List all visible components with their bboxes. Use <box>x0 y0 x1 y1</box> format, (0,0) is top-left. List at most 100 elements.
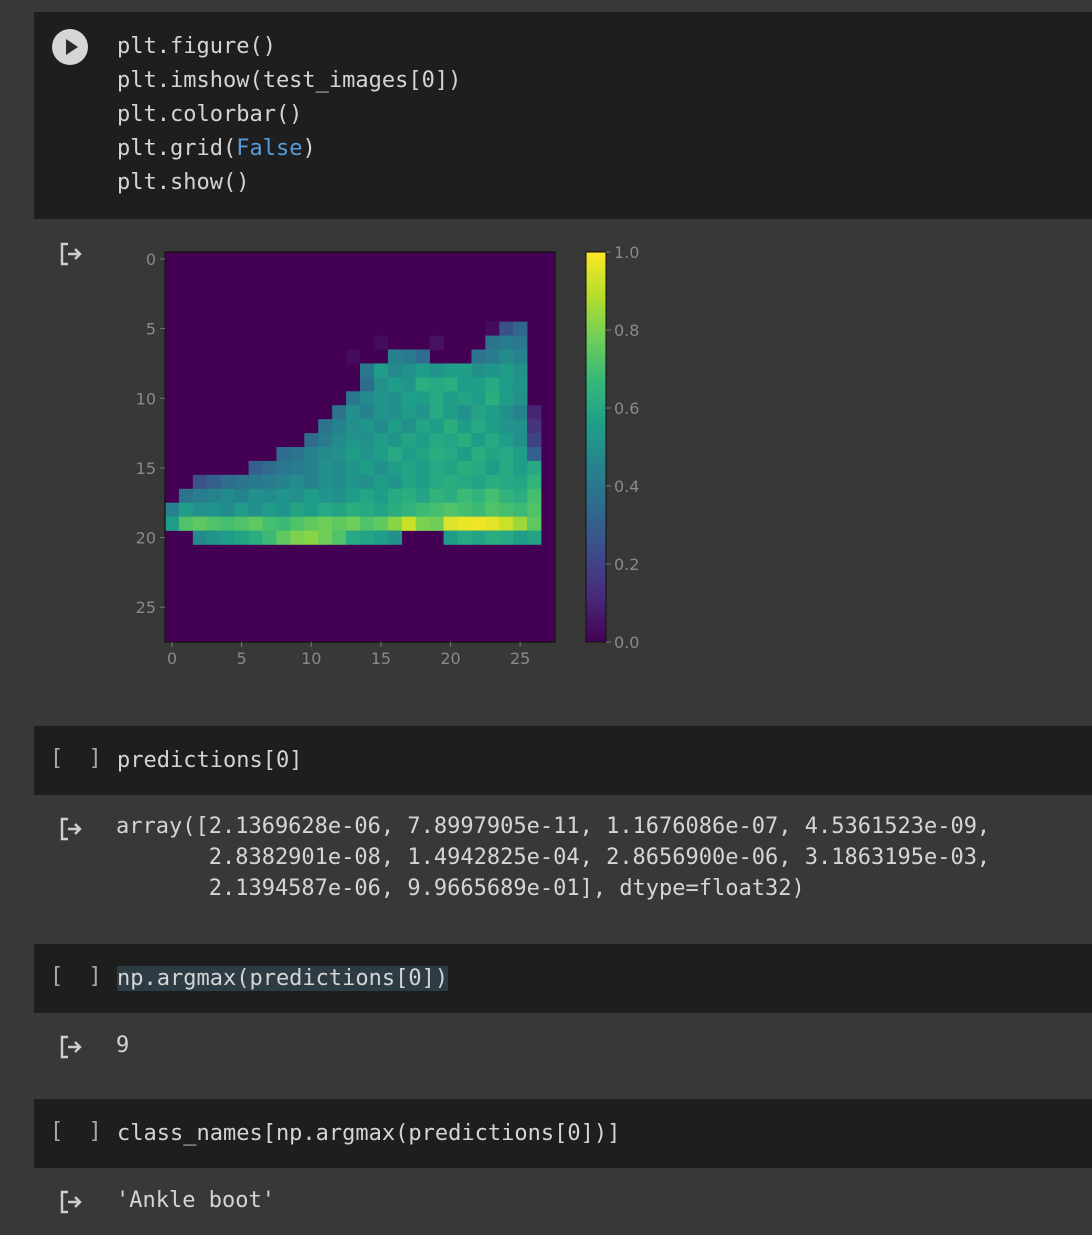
heatmap-cell <box>415 447 430 462</box>
heatmap-cell <box>513 419 528 434</box>
code-line[interactable]: predictions[0] <box>117 744 302 778</box>
heatmap-cell <box>360 488 375 504</box>
heatmap-cell <box>248 488 263 504</box>
heatmap-cell <box>318 460 333 476</box>
heatmap-cell <box>290 502 305 517</box>
heatmap-cell <box>192 502 208 517</box>
output-icon[interactable] <box>58 240 86 268</box>
heatmap-cell <box>401 488 417 504</box>
heatmap-cell <box>276 474 291 490</box>
heatmap-cell <box>415 377 430 392</box>
heatmap-cell <box>429 335 444 350</box>
output-text: 2.8382901e-08, 1.4942825e-04, 2.8656900e… <box>116 845 991 870</box>
heatmap-cell <box>387 419 403 434</box>
y-tick-label: 15 <box>136 459 156 478</box>
heatmap-cell <box>527 516 542 531</box>
heatmap-cell <box>513 363 528 378</box>
code-line[interactable]: class_names[np.argmax(predictions[0])] <box>117 1117 620 1151</box>
code-cell-plot[interactable]: plt.figure() plt.imshow(test_images[0]) … <box>34 12 1092 219</box>
heatmap-cell <box>457 405 472 420</box>
heatmap-cell <box>387 447 403 462</box>
heatmap-cell <box>429 516 444 531</box>
output-text: 9 <box>116 1033 130 1058</box>
output-text: 'Ankle boot' <box>116 1188 275 1213</box>
heatmap-cell <box>471 530 486 545</box>
y-tick-label: 20 <box>136 529 156 548</box>
code-cell-class-name[interactable]: [ ] class_names[np.argmax(predictions[0]… <box>34 1099 1092 1168</box>
output-icon[interactable] <box>58 815 86 843</box>
code-line[interactable]: plt.figure() <box>117 30 276 64</box>
code-cell-argmax[interactable]: [ ] np.argmax(predictions[0]) <box>34 944 1092 1013</box>
cell-bracket[interactable]: [ ] <box>50 746 108 771</box>
code-line[interactable]: plt.imshow(test_images[0]) <box>117 64 461 98</box>
heatmap-cell <box>276 488 291 504</box>
heatmap-cell <box>485 474 500 490</box>
code-line[interactable]: plt.show() <box>117 166 249 200</box>
heatmap-cell <box>457 502 472 517</box>
heatmap-cell <box>220 474 235 490</box>
colorbar <box>585 251 607 643</box>
heatmap-cell <box>346 391 361 406</box>
x-tick-label: 5 <box>237 649 247 668</box>
heatmap-cell <box>429 419 444 434</box>
heatmap-cell <box>513 488 528 504</box>
heatmap-cell <box>360 433 375 448</box>
heatmap-cell <box>318 530 333 545</box>
heatmap-cell <box>471 447 486 462</box>
heatmap-cell <box>360 474 375 490</box>
heatmap-cell <box>304 488 319 504</box>
heatmap-cell <box>178 516 194 531</box>
heatmap-cell <box>499 419 514 434</box>
heatmap-cell <box>513 349 528 364</box>
heatmap-cell <box>457 530 472 545</box>
heatmap-cell <box>387 349 403 364</box>
heatmap-cell <box>415 516 430 531</box>
code-line[interactable]: np.argmax(predictions[0]) <box>117 962 449 996</box>
heatmap-cell <box>192 516 208 531</box>
code-token: np.argmax(predictions[0]) <box>117 966 449 991</box>
heatmap-cell <box>415 391 430 406</box>
heatmap-cell <box>471 363 486 378</box>
cell-bracket[interactable]: [ ] <box>50 964 108 989</box>
heatmap-cell <box>373 391 389 406</box>
heatmap-cell <box>485 377 500 392</box>
heatmap-cell <box>527 474 542 490</box>
heatmap-cell <box>485 433 500 448</box>
heatmap-cell <box>373 405 389 420</box>
heatmap-cell <box>346 419 361 434</box>
heatmap-cell <box>415 474 430 490</box>
heatmap-cell <box>471 405 486 420</box>
output-icon[interactable] <box>58 1188 86 1216</box>
code-cell-predictions[interactable]: [ ] predictions[0] <box>34 726 1092 795</box>
heatmap-cell <box>401 377 417 392</box>
heatmap-cell <box>332 516 347 531</box>
code-line[interactable]: plt.grid(False) <box>117 132 316 166</box>
run-cell-button[interactable] <box>52 29 88 65</box>
heatmap-cell <box>248 474 263 490</box>
heatmap-cell <box>527 530 542 545</box>
heatmap-cell <box>485 391 500 406</box>
heatmap-cell <box>401 349 417 364</box>
heatmap-cell <box>471 433 486 448</box>
heatmap-cell <box>471 419 486 434</box>
heatmap-cell <box>360 460 375 476</box>
heatmap-cell <box>234 488 249 504</box>
heatmap-cell <box>346 516 361 531</box>
heatmap-cell <box>318 447 333 462</box>
heatmap-cell <box>290 516 305 531</box>
heatmap-cell <box>499 460 514 476</box>
heatmap-cell <box>401 363 417 378</box>
heatmap-cell <box>513 391 528 406</box>
cell-bracket[interactable]: [ ] <box>50 1119 108 1144</box>
heatmap-cell <box>360 377 375 392</box>
output-icon[interactable] <box>58 1033 86 1061</box>
code-line[interactable]: plt.colorbar() <box>117 98 302 132</box>
code-token: plt.grid( <box>117 136 237 161</box>
heatmap-cell <box>471 391 486 406</box>
heatmap-cell <box>276 460 291 476</box>
heatmap-cell <box>415 488 430 504</box>
heatmap-cell <box>401 516 417 531</box>
x-tick-label: 15 <box>371 649 391 668</box>
heatmap-cell <box>443 488 458 504</box>
heatmap-cell <box>318 488 333 504</box>
